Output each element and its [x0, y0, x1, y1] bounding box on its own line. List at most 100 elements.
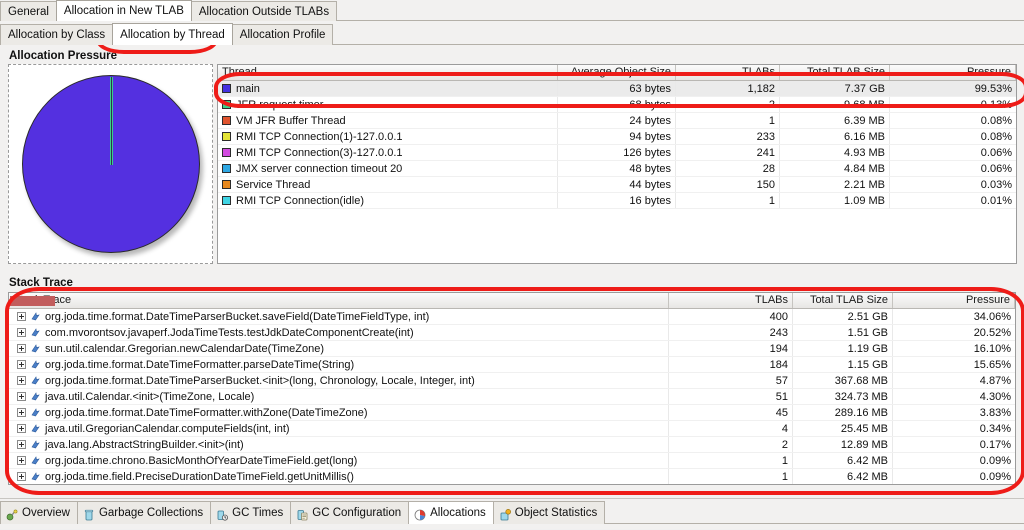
legend-swatch-icon [222, 132, 231, 141]
stack-cell-total: 2.51 GB [793, 309, 893, 324]
stack-cell-pressure: 20.52% [973, 327, 1011, 339]
table-row[interactable]: java.lang.AbstractStringBuilder.<init>(i… [9, 296, 1015, 453]
stack-cell-total: 1.15 GB [793, 357, 893, 372]
thread-name-cell: RMI TCP Connection(3)-127.0.0.1 [218, 145, 558, 160]
expand-plus-icon[interactable] [17, 440, 26, 449]
thread-name-cell: RMI TCP Connection(1)-127.0.0.1 [218, 129, 558, 144]
table-row[interactable]: main 63 bytes 1,182 7.37 GB 99.53% [218, 81, 1016, 97]
tab-allocation-by-thread[interactable]: Allocation by Thread [112, 23, 233, 45]
expand-plus-icon[interactable] [17, 376, 26, 385]
table-row[interactable]: JFR request timer 68 bytes 2 9.68 MB 0.13% [218, 97, 1016, 113]
thread-col-header-tlabs[interactable]: TLABs [676, 65, 780, 80]
thread-cell-pressure: 99.53% [974, 83, 1012, 95]
bottom-tab-garbage-collections[interactable]: Garbage Collections [76, 501, 212, 524]
tab-allocation-outside-tlabs[interactable]: Allocation Outside TLABs [190, 1, 338, 21]
expand-plus-icon[interactable] [17, 328, 26, 337]
stack-col-header-tlabs[interactable]: TLABs [669, 293, 793, 308]
tab-allocation-by-class[interactable]: Allocation by Class [0, 24, 114, 45]
table-row[interactable]: Service Thread 44 bytes 150 2.21 MB 0.03% [218, 177, 1016, 193]
table-row[interactable]: org.joda.time.format.DateTimeParserBucke… [9, 296, 1015, 325]
table-row[interactable]: VM JFR Buffer Thread 24 bytes 1 6.39 MB 0.08… [218, 113, 1016, 129]
bottom-tab-gc-times[interactable]: GC Times [210, 501, 292, 524]
table-row[interactable]: RMI TCP Connection(idle) 16 bytes 1 1.09 MB… [218, 193, 1016, 209]
tab-allocation-in-new-tlab[interactable]: Allocation in New TLAB [55, 0, 192, 21]
stack-cell-total: 6.42 MB [793, 453, 893, 468]
thread-col-header-avg[interactable]: Average Object Size [558, 65, 676, 80]
thread-name-label: main [236, 83, 260, 95]
legend-swatch-icon [222, 164, 231, 173]
stack-frame-label: org.joda.time.format.DateTimeParserBucke… [45, 375, 475, 387]
stack-frame-label: sun.util.calendar.Gregorian.newCalendarD… [45, 343, 325, 355]
thread-col-header-total[interactable]: Total TLAB Size [780, 65, 890, 80]
table-row[interactable]: org.joda.time.format.DateTimeParserBucke… [9, 296, 1015, 389]
bottom-tab-label: Allocations [430, 506, 486, 519]
stack-cell-total: 367.68 MB [793, 373, 893, 388]
table-row[interactable]: sun.util.calendar.Gregorian.newCalendarD… [9, 296, 1015, 357]
thread-cell-total: 4.84 MB [780, 161, 890, 176]
expand-plus-icon[interactable] [17, 312, 26, 321]
allocation-pressure-pie-chart[interactable] [21, 75, 200, 253]
thread-name-label: JMX server connection timeout 20 [236, 163, 403, 175]
stack-frame-cell: org.joda.time.format.DateTimeParserBucke… [9, 309, 669, 324]
expand-plus-icon[interactable] [17, 344, 26, 353]
thread-cell-avg: 63 bytes [558, 81, 676, 96]
app-window: General Allocation in New TLAB Allocation … [0, 0, 1024, 529]
bottom-tab-object-statistics[interactable]: Object Statistics [492, 501, 606, 524]
thread-name-cell: Service Thread [218, 177, 558, 192]
gc-times-icon [216, 507, 229, 521]
table-row[interactable]: org.joda.time.field.PreciseDurationDateT… [9, 296, 1015, 484]
expand-plus-icon[interactable] [17, 456, 26, 465]
expand-plus-icon[interactable] [17, 392, 26, 401]
expand-plus-icon[interactable] [17, 424, 26, 433]
thread-cell-pressure: 0.06% [980, 163, 1012, 175]
thread-table-body[interactable]: main 63 bytes 1,182 7.37 GB 99.53% JFR reques… [218, 81, 1016, 209]
table-row[interactable]: com.mvorontsov.javaperf.JodaTimeTests.te… [9, 296, 1015, 341]
expand-plus-icon[interactable] [17, 360, 26, 369]
thread-name-cell: JFR request timer [218, 97, 558, 112]
thread-allocation-table[interactable]: Thread Average Object Size TLABs Total TLAB… [217, 64, 1017, 264]
stack-frame-icon [31, 374, 40, 385]
stack-frame-icon [31, 390, 40, 401]
stack-frame-cell: org.joda.time.field.PreciseDurationDateT… [9, 469, 669, 484]
stack-col-header-frame[interactable]: Stack Trace [9, 293, 669, 308]
thread-cell-total: 6.16 MB [780, 129, 890, 144]
stack-cell-tlabs: 194 [669, 341, 793, 356]
stack-cell-pressure: 34.06% [973, 311, 1011, 323]
table-row[interactable]: org.joda.time.format.DateTimeFormatter.w… [9, 296, 1015, 421]
stack-col-header-bar[interactable] [893, 293, 945, 308]
bottom-tab-label: GC Configuration [312, 506, 402, 519]
bottom-tab-gc-configuration[interactable]: GC Configuration [290, 501, 410, 524]
stack-trace-table-header: Stack TraceTLABsTotal TLAB Size Pressure [9, 293, 1015, 309]
gc-config-icon [296, 507, 308, 521]
table-row[interactable]: JMX server connection timeout 20 48 bytes… [218, 161, 1016, 177]
bottom-tabs[interactable]: Overview Garbage Collections GC Times GC Co… [0, 500, 606, 524]
thread-col-header-thread[interactable]: Thread [218, 65, 558, 80]
table-row[interactable]: RMI TCP Connection(3)-127.0.0.1 126 bytes… [218, 145, 1016, 161]
thread-col-header-pressure[interactable]: Pressure [890, 65, 1016, 80]
stack-cell-tlabs: 1 [669, 469, 793, 484]
table-row[interactable]: org.joda.time.chrono.BasicMonthOfYearDat… [9, 296, 1015, 469]
stack-frame-icon [31, 358, 40, 369]
tab-allocation-profile[interactable]: Allocation Profile [231, 24, 334, 45]
table-row[interactable]: RMI TCP Connection(1)-127.0.0.1 94 bytes 2… [218, 129, 1016, 145]
stack-trace-table[interactable]: Stack TraceTLABsTotal TLAB SizePressure … [8, 292, 1016, 485]
thread-cell-tlabs: 28 [676, 161, 780, 176]
tab-general[interactable]: General [0, 1, 57, 21]
table-row[interactable]: org.joda.time.format.DateTimeFormatter.p… [9, 296, 1015, 373]
stack-col-header-total[interactable]: Total TLAB Size [793, 293, 893, 308]
bottom-tab-label: Garbage Collections [98, 506, 204, 519]
table-row[interactable]: java.util.GregorianCalendar.computeField… [9, 296, 1015, 437]
stack-col-header-pressure[interactable]: Pressure [945, 293, 1015, 308]
tabstrip-primary: General Allocation in New TLAB Allocation … [0, 0, 1024, 21]
stack-frame-cell: java.util.GregorianCalendar.computeField… [9, 421, 669, 436]
expand-plus-icon[interactable] [17, 472, 26, 481]
bottom-tab-allocations[interactable]: Allocations [408, 501, 494, 524]
expand-plus-icon[interactable] [17, 408, 26, 417]
bottom-tab-overview[interactable]: Overview [0, 501, 78, 524]
table-row[interactable]: java.util.Calendar.<init>(TimeZone, Loca… [9, 296, 1015, 405]
stack-frame-cell: org.joda.time.chrono.BasicMonthOfYearDat… [9, 453, 669, 468]
legend-swatch-icon [222, 84, 231, 93]
stack-trace-table-body[interactable]: org.joda.time.format.DateTimeParserBucke… [9, 296, 1015, 484]
thread-cell-avg: 24 bytes [558, 113, 676, 128]
legend-swatch-icon [222, 180, 231, 189]
